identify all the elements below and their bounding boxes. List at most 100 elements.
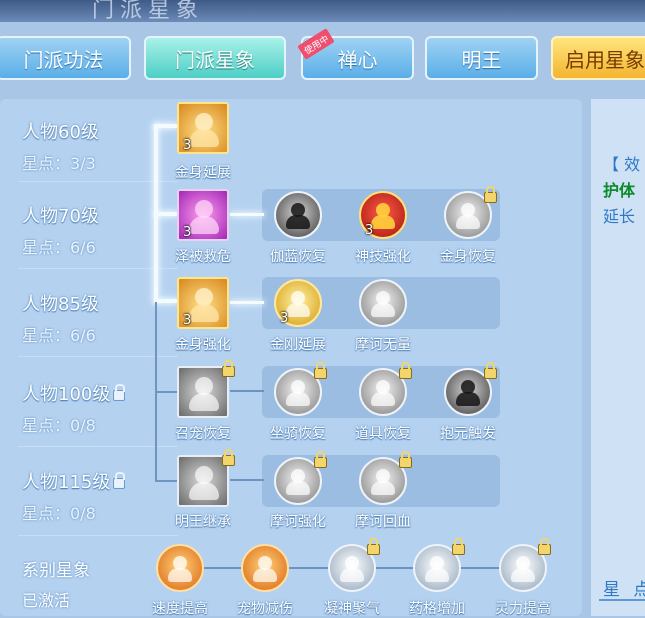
skill-label: 泽被救危 xyxy=(175,249,231,265)
warrior-icon-body xyxy=(286,215,310,229)
star-pet-damage-reduce[interactable] xyxy=(241,544,289,592)
skill-count: 3 xyxy=(183,138,192,153)
divider xyxy=(18,535,178,536)
shield-icon-body xyxy=(456,215,480,229)
lock-icon xyxy=(113,472,126,489)
monk-icon-body xyxy=(189,304,219,322)
star-tree-panel xyxy=(0,99,582,616)
swirl-icon-body xyxy=(189,393,219,411)
monk-icon-body xyxy=(371,303,395,317)
skill-label: 召宠恢复 xyxy=(175,426,231,442)
level-label-wrap: 人物115级 xyxy=(22,468,126,494)
skill-vajra-extend[interactable]: 3 xyxy=(274,279,322,327)
skill-label: 坐骑恢复 xyxy=(270,426,326,442)
skill-label: 金身延展 xyxy=(175,165,231,181)
demon-icon-body xyxy=(371,215,395,229)
flame-figure-icon-body xyxy=(371,392,395,406)
lock-icon xyxy=(113,384,126,401)
level-label: 人物85级 xyxy=(22,294,99,315)
tree-connector xyxy=(154,299,178,303)
tab-zen-heart-label: 禅心 xyxy=(337,47,378,72)
figure-icon-body xyxy=(286,392,310,406)
skill-label: 金刚延展 xyxy=(270,337,326,353)
star-speed-boost[interactable] xyxy=(156,544,204,592)
star-label: 凝神聚气 xyxy=(324,601,380,617)
enable-stars-button[interactable]: 启用星象 xyxy=(551,36,645,80)
effect-panel: 【 效 护体 延长 星 点 xyxy=(591,99,645,616)
skill-maha-infinite[interactable] xyxy=(359,279,407,327)
skill-label: 摩诃回血 xyxy=(355,514,411,530)
skill-divine-boost[interactable]: 3 xyxy=(359,191,407,239)
monk-icon-body xyxy=(286,481,310,495)
star-label: 宠物减伤 xyxy=(237,601,293,617)
star-label: 速度提高 xyxy=(152,601,208,617)
tab-bar: 门派功法 门派星象 禅心 使用中 明王 启用星象 xyxy=(0,28,645,82)
level-label: 人物115级 xyxy=(22,472,111,493)
lock-icon xyxy=(399,451,412,468)
star-label: 灵力提高 xyxy=(495,601,551,617)
buddha-icon-body xyxy=(286,303,310,317)
level-row-60: 人物60级 星点：3/3 xyxy=(22,118,99,174)
lock-icon xyxy=(484,362,497,379)
tree-connector xyxy=(155,480,177,482)
lock-icon xyxy=(452,538,465,555)
tab-ming-wang[interactable]: 明王 xyxy=(425,36,538,80)
faction-stars-status: 已激活 xyxy=(22,591,71,610)
skill-count: 3 xyxy=(183,225,192,240)
tab-school-stars[interactable]: 门派星象 xyxy=(144,36,286,80)
star-points: 星点：3/3 xyxy=(22,154,96,173)
skill-count: 3 xyxy=(280,311,289,326)
tab-zen-heart[interactable]: 禅心 使用中 xyxy=(297,28,414,80)
skill-grace-rescue[interactable]: 3 xyxy=(177,189,229,241)
star-points: 星点：0/8 xyxy=(22,416,96,435)
monk-icon-body xyxy=(371,481,395,495)
palm-icon-body xyxy=(189,216,219,234)
faction-stars-title: 系别星象 xyxy=(22,561,90,581)
skill-golden-body-enhance[interactable]: 3 xyxy=(177,277,229,329)
tree-connector xyxy=(230,213,264,216)
monk-icon-body xyxy=(189,129,219,147)
skill-count: 3 xyxy=(365,223,374,238)
skill-label: 明王继承 xyxy=(175,514,231,530)
tree-connector xyxy=(154,124,178,128)
skill-label: 金身恢复 xyxy=(440,249,496,265)
figure-icon-body xyxy=(340,568,364,582)
level-row-115: 人物115级 星点：0/8 xyxy=(22,468,126,524)
tree-connector xyxy=(155,391,177,393)
level-row-70: 人物70级 星点：6/6 xyxy=(22,202,99,258)
top-title-bar: 门派星象 xyxy=(0,0,645,23)
lock-icon xyxy=(222,449,235,466)
lock-icon xyxy=(314,451,327,468)
skill-label: 神技强化 xyxy=(355,249,411,265)
lock-icon xyxy=(399,362,412,379)
skill-golden-body-extend[interactable]: 3 xyxy=(177,102,229,154)
skill-label: 摩诃无量 xyxy=(355,337,411,353)
window-title: 门派星象 xyxy=(92,0,205,23)
skill-label: 抱元触发 xyxy=(440,426,496,442)
level-label-wrap: 人物100级 xyxy=(22,380,126,406)
skill-label: 金身强化 xyxy=(175,337,231,353)
star-points-label: 星 点 xyxy=(603,580,645,600)
level-label: 人物70级 xyxy=(22,206,99,227)
lock-icon xyxy=(314,362,327,379)
lock-icon xyxy=(222,360,235,377)
tab-school-skills[interactable]: 门派功法 xyxy=(0,36,131,80)
divider xyxy=(18,446,178,447)
tree-connector xyxy=(154,212,178,216)
level-row-100: 人物100级 星点：0/8 xyxy=(22,380,126,436)
skill-jialan-recover[interactable] xyxy=(274,191,322,239)
tree-connector xyxy=(230,390,264,392)
effect-heading: 【 效 xyxy=(603,155,641,174)
flame-icon-body xyxy=(168,568,192,582)
level-row-85: 人物85级 星点：6/6 xyxy=(22,290,99,346)
effect-desc: 延长 xyxy=(603,207,636,226)
tree-connector xyxy=(230,301,264,304)
tree-connector xyxy=(230,479,264,481)
level-label: 人物60级 xyxy=(22,122,99,143)
divider xyxy=(18,356,178,357)
meditation-icon-body xyxy=(456,392,480,406)
shield-icon-body xyxy=(253,568,277,582)
star-label: 药格增加 xyxy=(409,601,465,617)
sun-hand-icon-body xyxy=(511,568,535,582)
star-points: 星点：0/8 xyxy=(22,504,96,523)
